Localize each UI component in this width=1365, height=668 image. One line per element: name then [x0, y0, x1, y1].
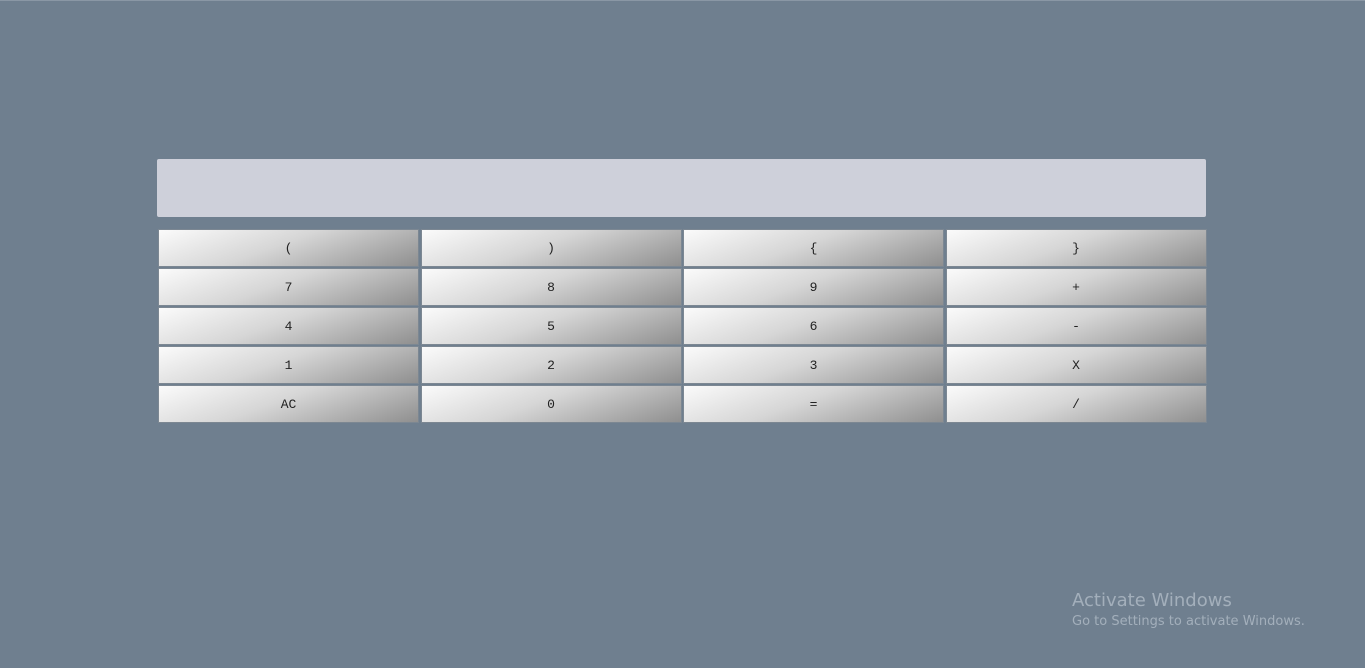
key-equals[interactable]: = [683, 385, 944, 423]
key-4[interactable]: 4 [158, 307, 419, 345]
watermark-title: Activate Windows [1072, 590, 1232, 611]
key-5[interactable]: 5 [420, 307, 682, 345]
calculator-display [157, 159, 1206, 217]
key-close-brace[interactable]: } [945, 229, 1207, 267]
key-0[interactable]: 0 [420, 385, 682, 423]
key-1[interactable]: 1 [158, 346, 419, 384]
key-all-clear[interactable]: AC [158, 385, 419, 423]
key-divide[interactable]: / [945, 385, 1207, 423]
key-7[interactable]: 7 [158, 268, 419, 306]
top-border-line [0, 0, 1365, 1]
key-9[interactable]: 9 [683, 268, 944, 306]
watermark-subtitle: Go to Settings to activate Windows. [1072, 614, 1305, 629]
key-2[interactable]: 2 [420, 346, 682, 384]
key-plus[interactable]: + [945, 268, 1207, 306]
key-8[interactable]: 8 [420, 268, 682, 306]
key-close-paren[interactable]: ) [420, 229, 682, 267]
key-open-paren[interactable]: ( [158, 229, 419, 267]
key-open-brace[interactable]: { [683, 229, 944, 267]
key-minus[interactable]: - [945, 307, 1207, 345]
key-3[interactable]: 3 [683, 346, 944, 384]
activate-windows-watermark: Activate Windows Go to Settings to activ… [1072, 590, 1305, 631]
key-multiply[interactable]: X [945, 346, 1207, 384]
calculator-keypad: ( ) { } 7 8 9 + 4 5 6 - 1 2 3 X AC 0 = / [158, 229, 1207, 423]
key-6[interactable]: 6 [683, 307, 944, 345]
